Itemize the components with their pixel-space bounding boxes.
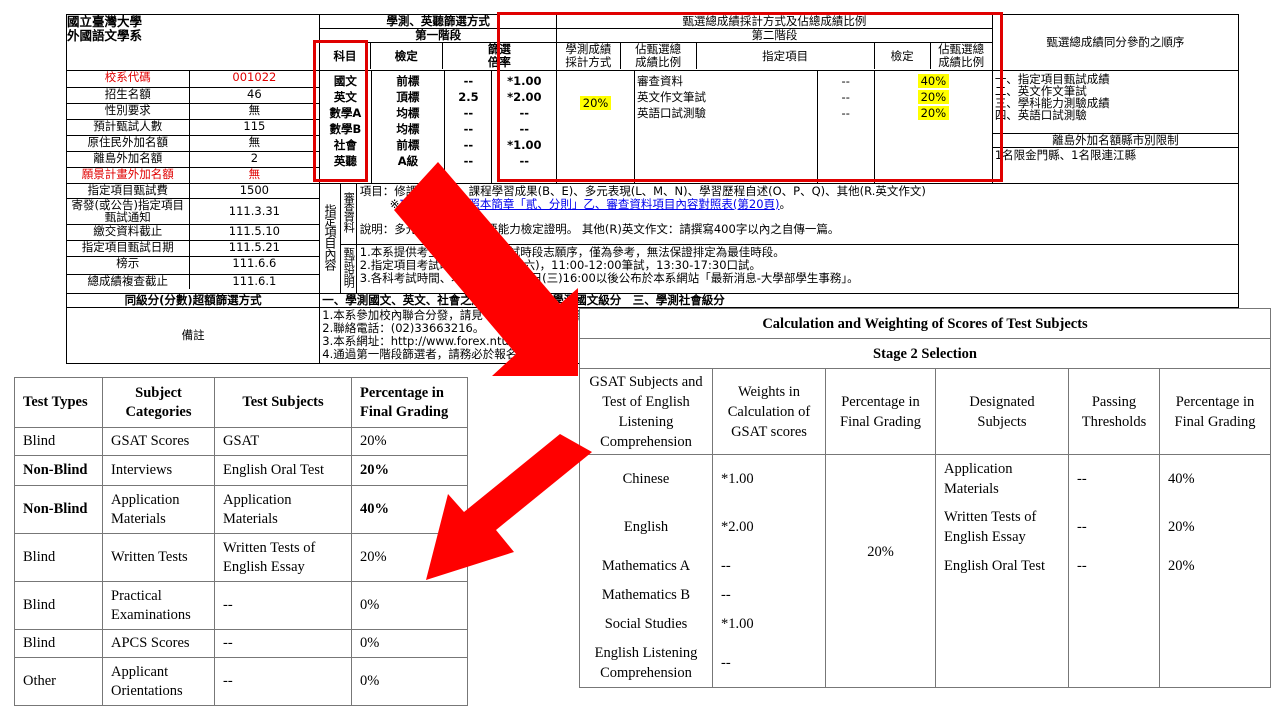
annotation-arrows — [394, 162, 592, 580]
arrow-to-test-types-table — [426, 434, 592, 580]
arrow-to-weighting-table — [394, 162, 578, 376]
